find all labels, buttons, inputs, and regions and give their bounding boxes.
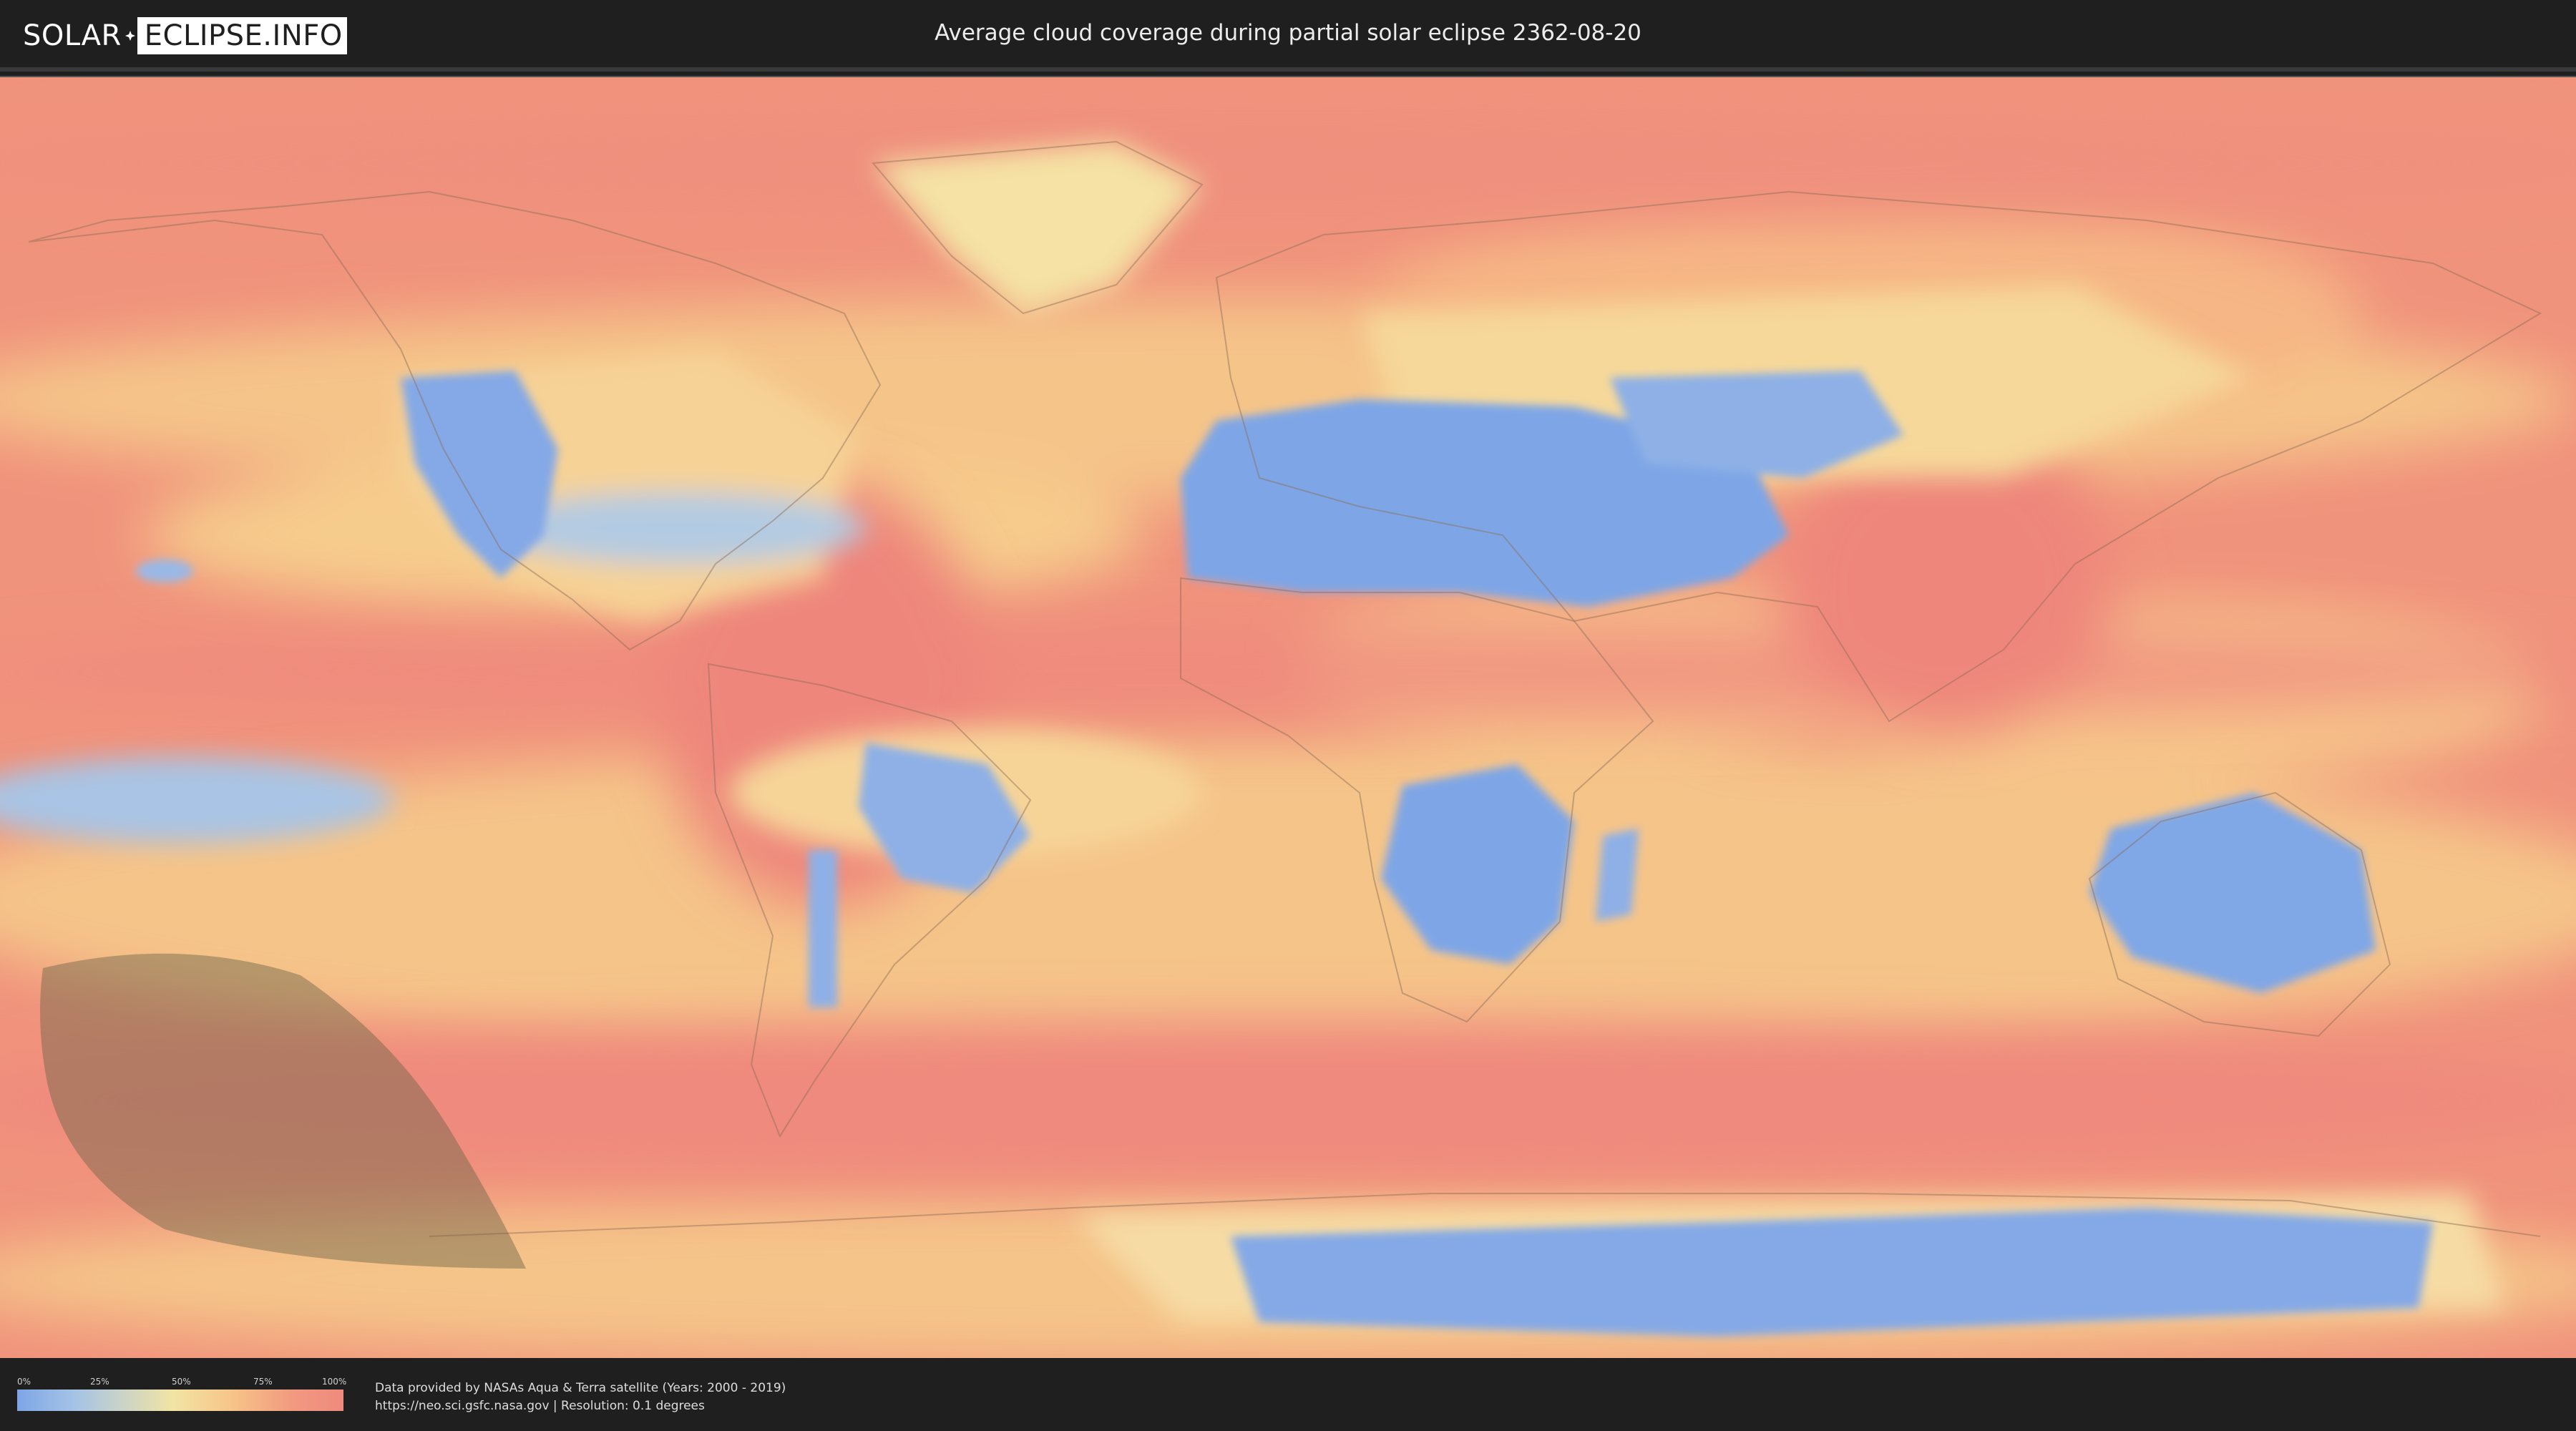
- legend-label-25: 25%: [90, 1377, 109, 1387]
- credits-line-1: Data provided by NASAs Aqua & Terra sate…: [375, 1381, 786, 1395]
- legend-label-100: 100%: [322, 1377, 347, 1387]
- header-bar: SOLAR ECLIPSE.INFO Average cloud coverag…: [0, 0, 2576, 72]
- data-credits: Data provided by NASAs Aqua & Terra sate…: [375, 1379, 786, 1415]
- page-title: Average cloud coverage during partial so…: [935, 20, 1641, 46]
- world-map-icon: [0, 77, 2576, 1365]
- legend-label-50: 50%: [172, 1377, 191, 1387]
- cloud-coverage-map[interactable]: [0, 76, 2576, 1365]
- legend-label-75: 75%: [253, 1377, 273, 1387]
- legend-label-0: 0%: [17, 1377, 31, 1387]
- legend-labels: 0% 25% 50% 75% 100%: [17, 1377, 347, 1387]
- footer-bar: 0% 25% 50% 75% 100% Data provided by NAS…: [0, 1358, 2576, 1431]
- credits-line-2: https://neo.sci.gsfc.nasa.gov | Resoluti…: [375, 1399, 705, 1413]
- legend-color-bar: [17, 1390, 343, 1411]
